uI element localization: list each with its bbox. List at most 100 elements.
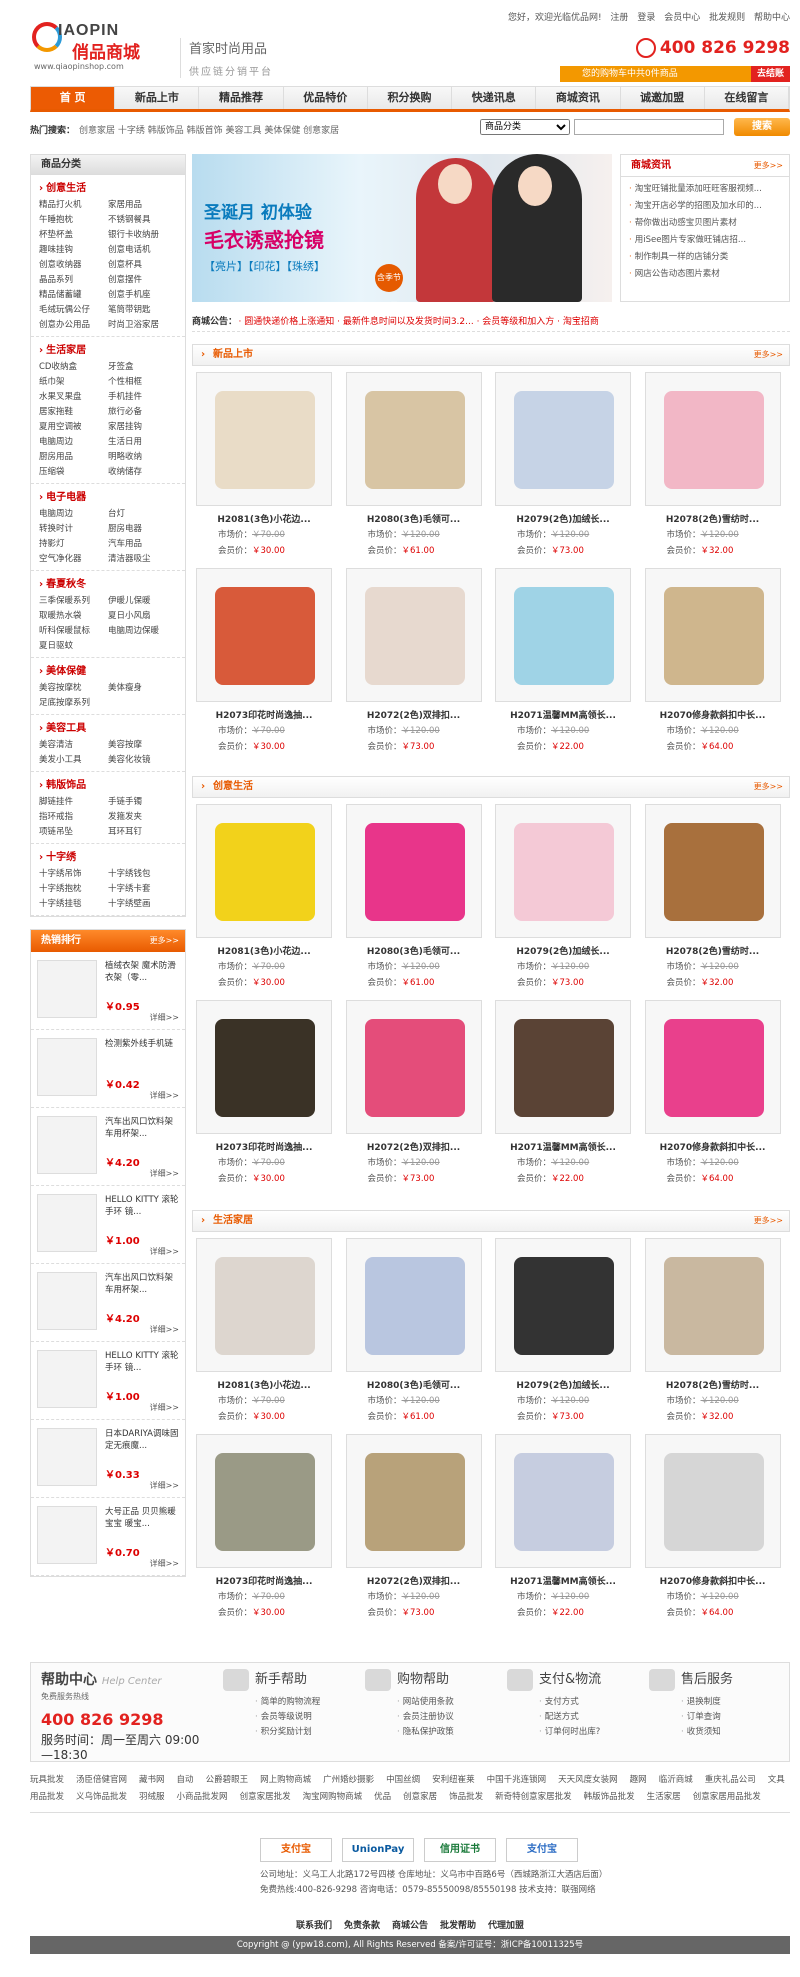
category-link[interactable]: CD收纳盒	[39, 360, 108, 372]
category-link[interactable]: 美容按摩	[108, 738, 177, 750]
bottom-nav-link[interactable]: 商城公告	[392, 1921, 428, 1931]
hot-item-image[interactable]	[37, 1038, 97, 1096]
wholesale-rules-link[interactable]: 批发规则	[709, 13, 745, 23]
login-link[interactable]: 登录	[637, 13, 655, 23]
product-card[interactable]: H2080(3色)毛领可... 市场价：￥120.00 会员价：￥61.00	[342, 1234, 492, 1430]
category-link[interactable]: 明略收纳	[108, 450, 177, 462]
nav-home[interactable]: 首 页	[31, 87, 116, 109]
category-link[interactable]: 夏日驱蚊	[39, 639, 108, 651]
category-link[interactable]: 个性相框	[108, 375, 177, 387]
category-link[interactable]: 创意电话机	[108, 243, 177, 255]
category-link[interactable]: 空气净化器	[39, 552, 108, 564]
hot-item-name[interactable]: 大号正品 贝贝熊暖宝宝 暖宝...	[105, 1506, 179, 1542]
help-center-link[interactable]: 帮助中心	[754, 13, 790, 23]
product-card[interactable]: H2073印花时尚逸抽... 市场价：￥70.00 会员价：￥30.00	[192, 564, 342, 760]
product-name[interactable]: H2081(3色)小花边...	[198, 1378, 330, 1391]
category-link[interactable]: 美容按摩枕	[39, 681, 108, 693]
product-name[interactable]: H2081(3色)小花边...	[198, 944, 330, 957]
category-heading[interactable]: 美容工具	[39, 719, 177, 734]
product-card[interactable]: H2071温馨MM高领长... 市场价：￥120.00 会员价：￥22.00	[491, 1430, 641, 1626]
product-name[interactable]: H2070修身款斜扣中长...	[647, 1574, 779, 1587]
category-link[interactable]: 银行卡收纳册	[108, 228, 177, 240]
hot-item-image[interactable]	[37, 1428, 97, 1486]
category-link[interactable]: 十字绣钱包	[108, 867, 177, 879]
category-link[interactable]: 午睡抱枕	[39, 213, 108, 225]
category-link[interactable]: 不锈钢餐具	[108, 213, 177, 225]
news-more[interactable]: 更多>>	[754, 155, 783, 177]
product-image[interactable]	[196, 372, 332, 506]
product-image[interactable]	[196, 1000, 332, 1134]
hot-item[interactable]: 汽车出风口饮料架 车用杯架... ￥4.20 详细>>	[31, 1108, 185, 1186]
category-link[interactable]: 家居挂钩	[108, 420, 177, 432]
friend-link[interactable]: 新奇特创意家居批发	[495, 1792, 572, 1802]
product-card[interactable]: H2078(2色)雪纺时... 市场价：￥120.00 会员价：￥32.00	[641, 368, 791, 564]
friend-link[interactable]: 自动	[177, 1775, 194, 1785]
hot-item-detail-link[interactable]: 详细>>	[150, 1480, 179, 1491]
category-link[interactable]: 夏用空调被	[39, 420, 108, 432]
product-name[interactable]: H2080(3色)毛领可...	[348, 944, 480, 957]
hot-item[interactable]: HELLO KITTY 滚轮手环 镜... ￥1.00 详细>>	[31, 1186, 185, 1264]
product-image[interactable]	[345, 372, 482, 506]
notice-text[interactable]: · 圆通快递价格上涨通知 · 最新件息时间以及发货时间3.2... · 会员等级…	[239, 317, 599, 327]
hot-item[interactable]: 日本DARIYA调味固定无痕魔... ￥0.33 详细>>	[31, 1420, 185, 1498]
product-image[interactable]	[644, 568, 781, 702]
hot-item-name[interactable]: 日本DARIYA调味固定无痕魔...	[105, 1428, 179, 1464]
friend-link[interactable]: 羽绒服	[139, 1792, 165, 1802]
category-heading[interactable]: 电子电器	[39, 488, 177, 503]
product-name[interactable]: H2070修身款斜扣中长...	[647, 708, 779, 721]
category-link[interactable]: 牙签盒	[108, 360, 177, 372]
product-name[interactable]: H2080(3色)毛领可...	[348, 1378, 480, 1391]
product-image[interactable]	[644, 372, 781, 506]
friend-link[interactable]: 优品	[374, 1792, 391, 1802]
hot-item[interactable]: 植绒衣架 魔术防滑衣架（零... ￥0.95 详细>>	[31, 952, 185, 1030]
category-link[interactable]: 夏日小风扇	[108, 609, 177, 621]
news-item[interactable]: 淘宝旺铺批量添加旺旺客服视频...	[629, 181, 781, 198]
category-link[interactable]: 电脑周边	[39, 435, 108, 447]
product-image[interactable]	[644, 1238, 781, 1372]
product-name[interactable]: H2078(2色)雪纺时...	[647, 944, 779, 957]
friend-link[interactable]: 重庆礼品公司	[705, 1775, 756, 1785]
category-link[interactable]: 指环戒指	[39, 810, 108, 822]
category-heading[interactable]: 春夏秋冬	[39, 575, 177, 590]
product-name[interactable]: H2078(2色)雪纺时...	[647, 1378, 779, 1391]
nav-message[interactable]: 在线留言	[705, 87, 789, 109]
category-heading[interactable]: 创意生活	[39, 179, 177, 194]
product-image[interactable]	[196, 568, 332, 702]
product-card[interactable]: H2073印花时尚逸抽... 市场价：￥70.00 会员价：￥30.00	[192, 996, 342, 1192]
news-item[interactable]: 网店公告动态图片素材	[629, 266, 781, 283]
checkout-button[interactable]: 去结账	[750, 66, 790, 82]
category-link[interactable]: 趣味挂钩	[39, 243, 108, 255]
friend-link[interactable]: 创意家居用品批发	[693, 1792, 761, 1802]
product-image[interactable]	[495, 568, 631, 702]
category-link[interactable]: 纸巾架	[39, 375, 108, 387]
category-link[interactable]: 十字绣卡套	[108, 882, 177, 894]
product-card[interactable]: H2073印花时尚逸抽... 市场价：￥70.00 会员价：￥30.00	[192, 1430, 342, 1626]
product-image[interactable]	[644, 804, 781, 938]
hot-item-image[interactable]	[37, 1194, 97, 1252]
help-link[interactable]: 网站使用条款	[397, 1695, 493, 1710]
category-link[interactable]: 旅行必备	[108, 405, 177, 417]
hot-item-detail-link[interactable]: 详细>>	[150, 1558, 179, 1569]
category-link[interactable]: 时尚卫浴家居	[108, 318, 177, 330]
friend-link[interactable]: 生活家居	[647, 1792, 681, 1802]
category-link[interactable]: 创意手机座	[108, 288, 177, 300]
product-image[interactable]	[495, 372, 631, 506]
product-card[interactable]: H2079(2色)加绒长... 市场价：￥120.00 会员价：￥73.00	[491, 1234, 641, 1430]
category-link[interactable]: 美体瘦身	[108, 681, 177, 693]
category-link[interactable]: 清洁器吸尘	[108, 552, 177, 564]
category-link[interactable]: 取暖热水袋	[39, 609, 108, 621]
nav-new[interactable]: 新品上市	[115, 87, 200, 109]
product-name[interactable]: H2073印花时尚逸抽...	[198, 1140, 330, 1153]
friend-link[interactable]: 汤臣倍健官网	[76, 1775, 127, 1785]
category-link[interactable]: 家居用品	[108, 198, 177, 210]
category-link[interactable]: 伊暖儿保暖	[108, 594, 177, 606]
logo[interactable]: IAOPIN 俏品商城 www.qiaopinshop.com	[30, 18, 160, 78]
product-card[interactable]: H2081(3色)小花边... 市场价：￥70.00 会员价：￥30.00	[192, 1234, 342, 1430]
hot-item-name[interactable]: HELLO KITTY 滚轮手环 镜...	[105, 1194, 179, 1230]
product-name[interactable]: H2080(3色)毛领可...	[348, 512, 480, 525]
product-card[interactable]: H2072(2色)双排扣... 市场价：￥120.00 会员价：￥73.00	[342, 996, 492, 1192]
category-link[interactable]: 三季保暖系列	[39, 594, 108, 606]
category-link[interactable]: 压缩袋	[39, 465, 108, 477]
hot-sales-more[interactable]: 更多>>	[150, 930, 179, 952]
product-card[interactable]: H2070修身款斜扣中长... 市场价：￥120.00 会员价：￥64.00	[641, 564, 791, 760]
